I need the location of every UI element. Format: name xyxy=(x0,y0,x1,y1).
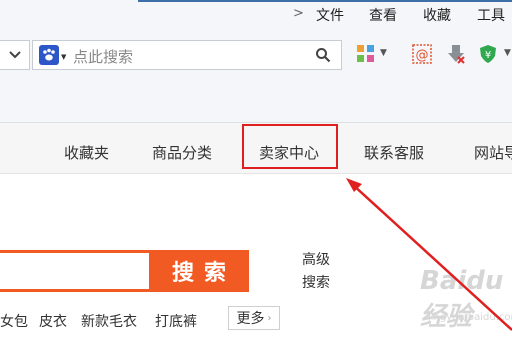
mail-icon[interactable]: @ xyxy=(412,44,432,64)
browser-menu-bar: > 文件 查看 收藏 工具 xyxy=(0,0,512,30)
svg-text:@: @ xyxy=(416,48,429,63)
magnifier-icon[interactable] xyxy=(315,47,331,63)
browser-search-box[interactable]: ▼ 点此搜索 xyxy=(32,40,342,70)
svg-text:¥: ¥ xyxy=(485,50,491,61)
nav-categories[interactable]: 商品分类 xyxy=(152,142,212,163)
more-label: 更多 xyxy=(236,311,265,327)
engine-caret-icon[interactable]: ▼ xyxy=(61,53,66,61)
hot-keyword-leather[interactable]: 皮衣 xyxy=(39,311,67,331)
search-button[interactable]: 搜索 xyxy=(151,250,249,292)
nav-customer-service[interactable]: 联系客服 xyxy=(364,142,424,163)
shield-icon[interactable]: ¥ xyxy=(478,44,498,64)
nav-favorites[interactable]: 收藏夹 xyxy=(64,142,109,163)
apps-grid-icon[interactable] xyxy=(356,44,376,64)
search-placeholder[interactable]: 点此搜索 xyxy=(73,46,133,67)
menu-chevron-icon[interactable]: > xyxy=(293,6,304,21)
more-button[interactable]: 更多 › xyxy=(228,306,280,330)
address-dropdown-button[interactable] xyxy=(0,40,30,70)
menu-view[interactable]: 查看 xyxy=(369,5,397,25)
apps-caret-icon[interactable]: ▼ xyxy=(380,48,387,58)
chevron-right-icon: › xyxy=(267,312,272,324)
advanced-search-link-line1[interactable]: 高级 xyxy=(302,249,330,269)
watermark-sub: jingyan.baidu.com xyxy=(428,312,512,323)
menu-tools[interactable]: 工具 xyxy=(477,5,505,25)
search-engine-paw-icon[interactable] xyxy=(39,45,59,65)
highlight-box xyxy=(242,124,338,169)
download-icon[interactable] xyxy=(446,44,466,64)
baidu-watermark: Baidu经验 jingyan.baidu.com xyxy=(420,266,512,332)
chevron-down-icon xyxy=(8,51,21,59)
menu-favorites[interactable]: 收藏 xyxy=(423,5,451,25)
menu-file[interactable]: 文件 xyxy=(316,5,344,25)
advanced-search-link-line2[interactable]: 搜索 xyxy=(302,272,330,292)
window-accent-line xyxy=(138,0,512,2)
hot-keyword-sweater[interactable]: 新款毛衣 xyxy=(81,311,137,331)
shield-caret-icon[interactable]: ▼ xyxy=(504,48,511,58)
hot-keyword-leggings[interactable]: 打底裤 xyxy=(155,311,197,331)
hot-keyword-bags[interactable]: 女包 xyxy=(0,311,28,331)
site-search-input[interactable] xyxy=(0,250,152,292)
nav-site-navigation[interactable]: 网站导 xyxy=(474,142,512,163)
